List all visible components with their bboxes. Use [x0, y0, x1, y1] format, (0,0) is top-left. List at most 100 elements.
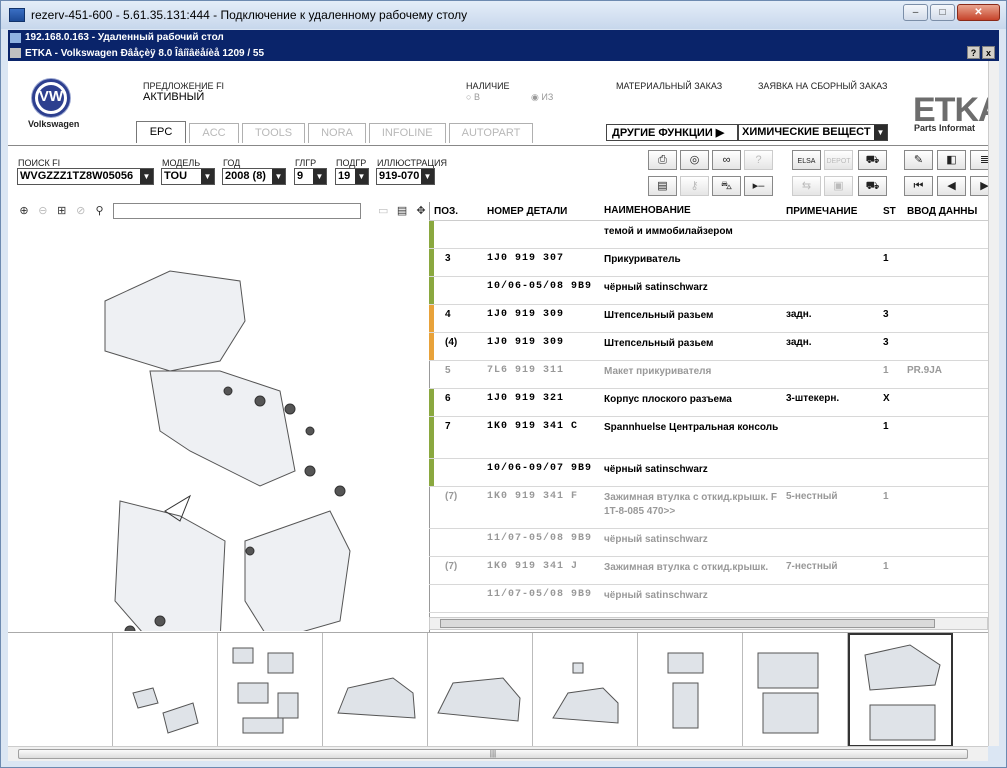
- list-back-button[interactable]: ◧: [937, 150, 966, 170]
- table-row[interactable]: 10/06-05/08 9B9 чёрный satinschwarz: [429, 277, 988, 305]
- help-button[interactable]: ?: [967, 46, 980, 59]
- col-part-header[interactable]: НОМЕР ДЕТАЛИ: [487, 206, 604, 217]
- thumbnail-illustration: [132, 687, 199, 734]
- swap-button[interactable]: ⇆: [792, 176, 821, 196]
- tab-infoline[interactable]: INFOLINE: [368, 123, 446, 143]
- tab-nora[interactable]: NORA: [308, 123, 366, 143]
- zoom-reset-icon[interactable]: ⊘: [72, 203, 90, 219]
- car-button[interactable]: ⛍: [712, 176, 741, 196]
- thumbnail-car-side[interactable]: [323, 633, 428, 746]
- horizontal-scrollbar[interactable]: |||: [8, 746, 988, 761]
- part-5[interactable]: [305, 426, 315, 436]
- glasses-icon: ∞: [722, 154, 731, 166]
- key-icon: ⚷: [690, 180, 699, 192]
- podgr-select[interactable]: 19 ▼: [335, 168, 369, 185]
- image-search-input[interactable]: [112, 203, 362, 219]
- hscroll-thumb[interactable]: |||: [18, 749, 968, 759]
- functions-select[interactable]: ХИМИЧЕСКИЕ ВЕЩЕСТ ▼: [738, 124, 888, 141]
- table-row[interactable]: (4) 1J0 919 309 Штепсельный разьем задн. 3: [429, 333, 988, 361]
- elsa-button[interactable]: ELSA: [792, 150, 821, 170]
- print-button[interactable]: ⎙: [648, 150, 677, 170]
- model-select[interactable]: TOU ▼: [161, 168, 215, 185]
- material-order-link[interactable]: МАТЕРИАЛЬНЫЙ ЗАКАЗ: [616, 81, 722, 91]
- cart-plus-button[interactable]: ⛟: [858, 176, 887, 196]
- thumbnail-blank[interactable]: [8, 633, 113, 746]
- thumbnail-engine[interactable]: [743, 633, 848, 746]
- minus-button[interactable]: ▸–: [744, 176, 773, 196]
- zoom-out-icon[interactable]: ⊖: [34, 203, 52, 219]
- part-8[interactable]: [124, 625, 136, 631]
- radio-in[interactable]: ○ В: [466, 92, 480, 102]
- part-7[interactable]: [304, 465, 316, 477]
- tab-autopart[interactable]: AUTOPART: [448, 123, 534, 143]
- table-row[interactable]: 6 1J0 919 321 Корпус плоского разъема 3-ште…: [429, 389, 988, 417]
- maximize-button[interactable]: □: [930, 4, 955, 21]
- panel-icon[interactable]: ▤: [393, 203, 411, 219]
- thumbnail-lamp-parts[interactable]: [113, 633, 218, 746]
- table-row[interactable]: темой и иммобилайзером: [429, 221, 988, 249]
- grid-scroll-thumb[interactable]: [440, 619, 935, 628]
- zoom-fit-icon[interactable]: ⊞: [53, 203, 71, 219]
- table-row[interactable]: 10/06-09/07 9B9 чёрный satinschwarz: [429, 459, 988, 487]
- search-fi-select[interactable]: WVGZZZ1TZ8W05056 ▼: [17, 168, 154, 185]
- other-functions-button[interactable]: ДРУГИЕ ФУНКЦИИ ▶: [606, 124, 738, 141]
- zoom-in-icon[interactable]: ⊕: [15, 203, 33, 219]
- help-tool-button[interactable]: ?: [744, 150, 773, 170]
- thumbnail-car-detail[interactable]: [533, 633, 638, 746]
- radio-from[interactable]: ◉ ИЗ: [531, 92, 553, 103]
- vertical-scrollbar[interactable]: [988, 61, 999, 746]
- col-pos-header[interactable]: ПОЗ.: [429, 206, 487, 217]
- cart-button[interactable]: ⛟: [858, 150, 887, 170]
- etka-subtitle: Parts Informat: [914, 123, 976, 133]
- tab-tools[interactable]: TOOLS: [242, 123, 306, 143]
- glasses-button[interactable]: ∞: [712, 150, 741, 170]
- tab-acc[interactable]: ACC: [189, 123, 239, 143]
- year-select[interactable]: 2008 (8) ▼: [222, 168, 286, 185]
- part-4c[interactable]: [334, 485, 346, 497]
- col-note-header[interactable]: ПРИМЕЧАНИЕ: [786, 206, 883, 217]
- part-4b[interactable]: [284, 403, 296, 415]
- parts-diagram[interactable]: [10, 221, 428, 631]
- col-st-header[interactable]: ST: [883, 206, 907, 217]
- split-view-icon[interactable]: ▭: [374, 203, 392, 219]
- assembly-order-link[interactable]: ЗАЯВКА НА СБОРНЫЙ ЗАКАЗ: [758, 81, 887, 91]
- part-4d[interactable]: [154, 615, 166, 627]
- table-row[interactable]: 7 1K0 919 341 C Spannhuelse Центральная ко…: [429, 417, 988, 459]
- keyboard-button[interactable]: ▤: [648, 176, 677, 196]
- list-button[interactable]: ≣: [970, 150, 988, 170]
- illustration-select[interactable]: 919-070 ▼: [376, 168, 435, 185]
- window-titlebar[interactable]: rezerv-451-600 - 5.61.35.131:444 - Подкл…: [1, 1, 1006, 29]
- part-1[interactable]: [245, 546, 255, 556]
- table-row[interactable]: 3 1J0 919 307 Прикуриватель 1: [429, 249, 988, 277]
- grid-hscrollbar[interactable]: [429, 617, 988, 630]
- thumbnail-car-rear[interactable]: [428, 633, 533, 746]
- table-row[interactable]: 5 7L6 919 311 Макет прикуривателя 1 PR.9JA: [429, 361, 988, 389]
- magnifier-icon[interactable]: ⚲: [91, 203, 109, 219]
- part-4[interactable]: [254, 395, 266, 407]
- table-row[interactable]: (7) 1K0 919 341 F Зажимная втулка с откид.…: [429, 487, 988, 529]
- close-button[interactable]: ✕: [957, 4, 1000, 21]
- prev-button[interactable]: ◀: [937, 176, 966, 196]
- table-row[interactable]: 11/07-05/08 9B9 чёрный satinschwarz: [429, 585, 988, 613]
- next-button[interactable]: ▶: [970, 176, 988, 196]
- table-row[interactable]: (7) 1K0 919 341 J Зажимная втулка с откид.…: [429, 557, 988, 585]
- flashlight-button[interactable]: ◎: [680, 150, 709, 170]
- key-button[interactable]: ⚷: [680, 176, 709, 196]
- thumbnail-console[interactable]: [848, 633, 953, 746]
- first-button[interactable]: ⏮: [904, 176, 933, 196]
- thumbnail-fuel-pump[interactable]: [638, 633, 743, 746]
- etka-close-button[interactable]: x: [982, 46, 995, 59]
- thumbnail-exploded-parts[interactable]: [218, 633, 323, 746]
- document-button[interactable]: ▣: [824, 176, 853, 196]
- minimize-button[interactable]: –: [903, 4, 928, 21]
- table-row[interactable]: 11/07-05/08 9B9 чёрный satinschwarz: [429, 529, 988, 557]
- depot-button[interactable]: DEPOT: [824, 150, 853, 170]
- table-row[interactable]: 4 1J0 919 309 Штепсельный разьем задн. 3: [429, 305, 988, 333]
- col-input-header[interactable]: ВВОД ДАННЫ: [907, 206, 977, 217]
- part-6[interactable]: [223, 386, 233, 396]
- glgr-select[interactable]: 9 ▼: [294, 168, 327, 185]
- col-name-header[interactable]: НАИМЕНОВАНИЕ: [604, 204, 786, 218]
- tab-epc[interactable]: EPC: [136, 121, 186, 143]
- pin-button[interactable]: ✎: [904, 150, 933, 170]
- move-icon[interactable]: ✥: [412, 203, 430, 219]
